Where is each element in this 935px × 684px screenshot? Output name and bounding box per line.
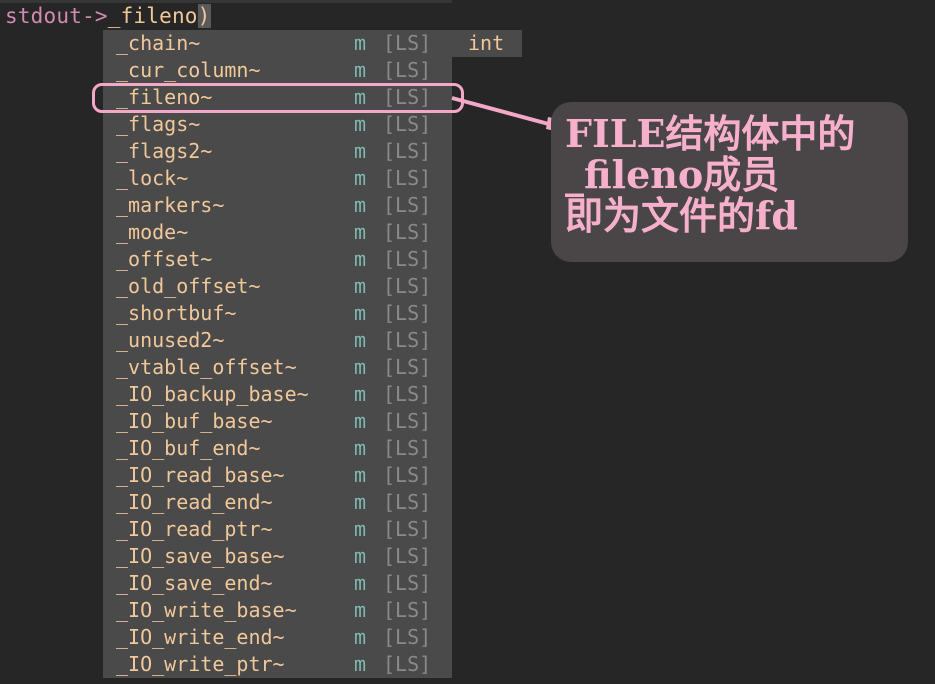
annotation-line: _fileno成员 [565, 152, 780, 197]
annotation-text: FILE结构体中的 _fileno成员 即为文件的fd [565, 113, 855, 236]
annotation-line: 即为文件的fd [565, 193, 798, 238]
annotation-line: FILE结构体中的 [565, 111, 856, 156]
arrow-line [451, 96, 557, 128]
